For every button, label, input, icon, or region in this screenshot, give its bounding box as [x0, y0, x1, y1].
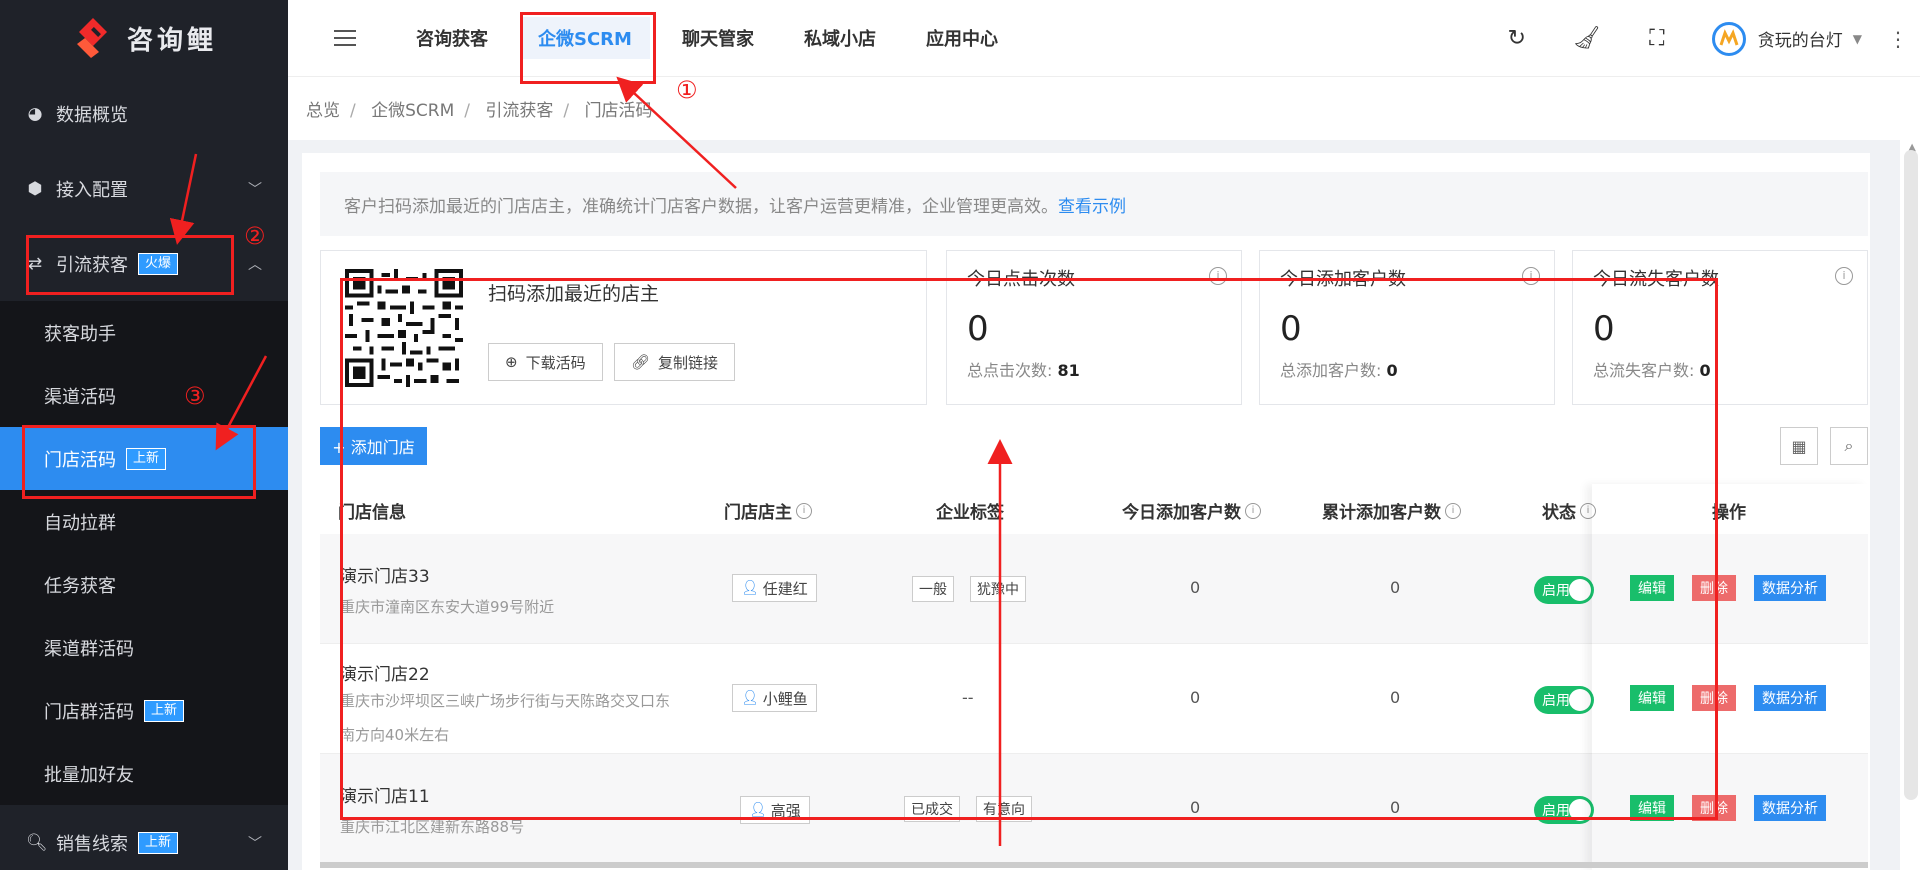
annotation-arrows	[169, 76, 1013, 846]
arrow-to-leadgen	[169, 153, 198, 245]
arrow-to-tab	[616, 76, 737, 189]
arrow-to-storecode	[215, 355, 268, 451]
